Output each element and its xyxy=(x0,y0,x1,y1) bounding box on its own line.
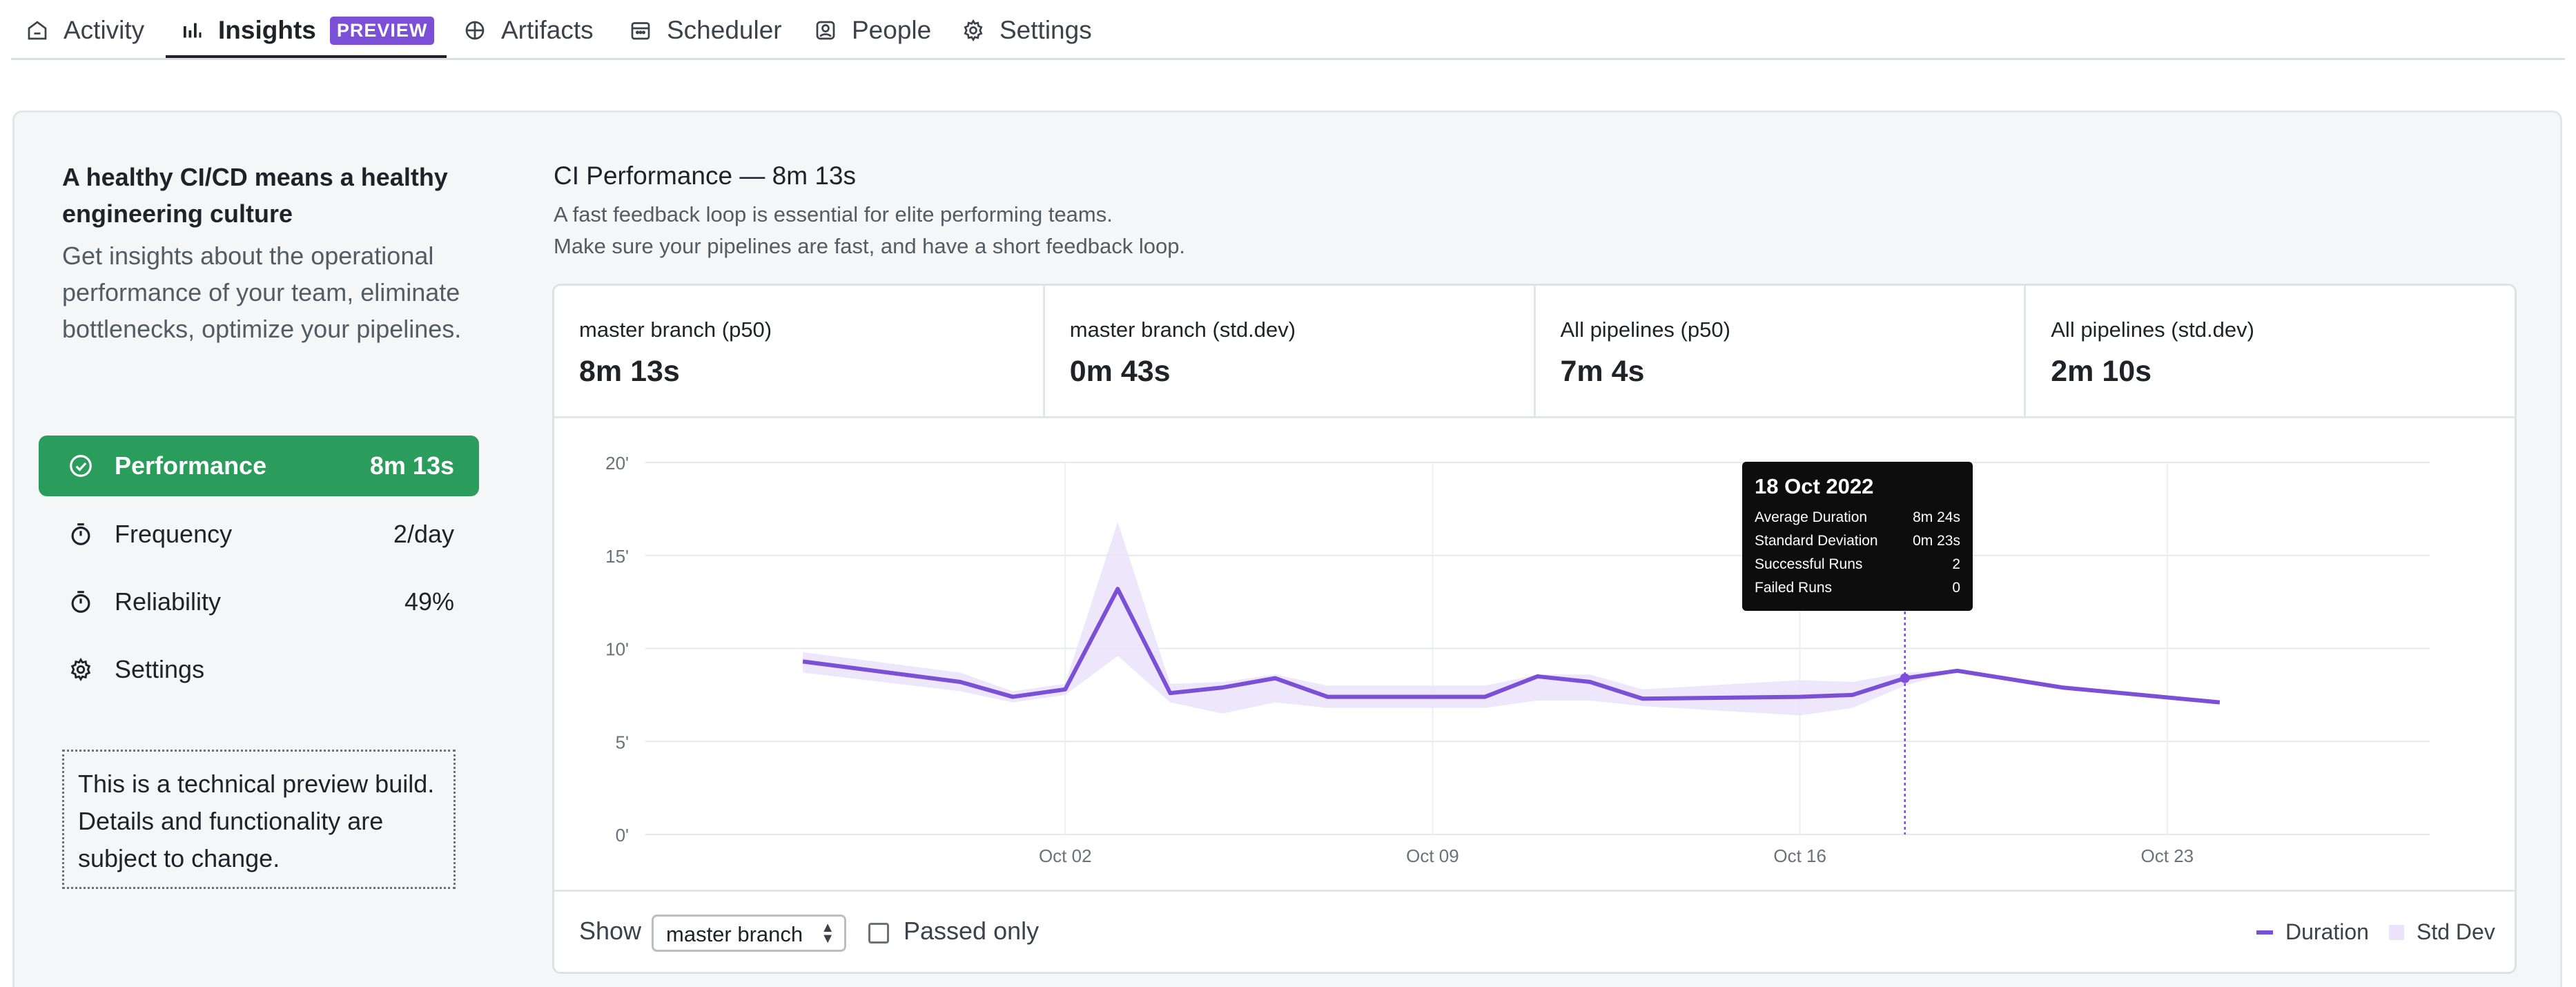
y-tick-label: 15' xyxy=(605,546,629,567)
branch-select-value: master branch xyxy=(666,922,803,946)
tooltip-row-label: Successful Runs xyxy=(1755,556,1863,572)
stat-value: 2m 10s xyxy=(2051,355,2152,388)
stat-label: All pipelines (p50) xyxy=(1560,317,1730,342)
intro-description: Get insights about the operational perfo… xyxy=(62,242,462,343)
tooltip-row-label: Average Duration xyxy=(1755,509,1868,525)
stat-value: 8m 13s xyxy=(579,355,680,388)
x-tick-label: Oct 23 xyxy=(2141,846,2194,866)
check-circle-icon xyxy=(70,455,92,477)
calendar-icon xyxy=(631,22,650,40)
top-navigation: Activity Insights PREVIEW Artifacts Sche… xyxy=(0,0,2576,61)
stat-label: master branch (p50) xyxy=(579,317,772,342)
tab-settings[interactable]: Settings xyxy=(961,0,1092,61)
stats-row: master branch (p50) 8m 13s master branch… xyxy=(554,286,2515,418)
home-icon xyxy=(28,21,47,40)
x-tick-label: Oct 02 xyxy=(1039,846,1092,866)
tab-artifacts[interactable]: Artifacts xyxy=(462,0,594,61)
legend-label: Std Dev xyxy=(2417,919,2495,944)
box-icon xyxy=(465,21,485,40)
stopwatch-icon xyxy=(71,591,90,613)
tooltip-row: Average Duration 8m 24s xyxy=(1755,506,1960,529)
branch-select[interactable]: master branch ▲ ▼ xyxy=(652,915,846,952)
stat-master-p50: master branch (p50) 8m 13s xyxy=(554,286,1045,416)
stat-master-stddev: master branch (std.dev) 0m 43s xyxy=(1045,286,1536,416)
intro-title: A healthy CI/CD means a healthy engineer… xyxy=(62,163,448,228)
y-tick-label: 5' xyxy=(616,732,629,752)
tooltip-row-value: 0 xyxy=(1952,580,1960,596)
page-title: CI Performance — 8m 13s xyxy=(554,162,856,190)
person-icon xyxy=(816,21,835,40)
tab-label: Scheduler xyxy=(667,16,782,44)
preview-badge: PREVIEW xyxy=(329,16,435,45)
tab-label: Insights xyxy=(218,16,316,44)
chart-controls: Show master branch ▲ ▼ Passed only Durati… xyxy=(554,890,2515,974)
tooltip-row-value: 0m 23s xyxy=(1913,533,1960,549)
tooltip-row: Failed Runs 0 xyxy=(1755,576,1960,600)
tab-people[interactable]: People xyxy=(813,0,931,61)
sidebar-item-value: 8m 13s xyxy=(369,451,454,480)
bar-chart-icon xyxy=(184,23,202,38)
sidebar-item-performance[interactable]: Performance 8m 13s xyxy=(39,436,479,496)
sidebar-item-label: Reliability xyxy=(115,587,222,616)
sidebar-item-value: 2/day xyxy=(393,520,454,548)
sidebar-item-frequency[interactable]: Frequency 2/day xyxy=(39,504,479,565)
duration-line xyxy=(802,587,2221,705)
stat-value: 0m 43s xyxy=(1069,355,1171,388)
tooltip-row-value: 8m 24s xyxy=(1913,509,1960,525)
y-tick-label: 10' xyxy=(605,639,629,660)
page-subtitle: A fast feedback loop is essential for el… xyxy=(554,199,1185,262)
tooltip-row: Standard Deviation 0m 23s xyxy=(1755,529,1960,553)
sidebar-item-reliability[interactable]: Reliability 49% xyxy=(39,571,479,632)
tab-insights[interactable]: Insights PREVIEW xyxy=(166,0,447,61)
legend-stddev: Std Dev xyxy=(2389,919,2495,945)
x-tick-label: Oct 09 xyxy=(1406,846,1459,866)
tab-label: People xyxy=(852,16,932,44)
legend-label: Duration xyxy=(2285,919,2369,944)
tooltip-row: Successful Runs 2 xyxy=(1755,553,1960,576)
passed-only-checkbox[interactable] xyxy=(868,923,889,944)
y-tick-label: 20' xyxy=(605,453,629,473)
tooltip-row-value: 2 xyxy=(1952,556,1960,572)
hover-point xyxy=(1900,673,1910,683)
tooltip-row-label: Standard Deviation xyxy=(1755,533,1878,549)
passed-only-label[interactable]: Passed only xyxy=(904,917,1039,946)
legend-line-swatch xyxy=(2256,930,2273,935)
legend-duration: Duration xyxy=(2256,919,2369,945)
preview-notice: This is a technical preview build. Detai… xyxy=(62,750,456,889)
nav-divider xyxy=(11,58,2565,60)
sidebar-item-value: 49% xyxy=(404,587,454,616)
gear-icon xyxy=(964,19,983,42)
sidebar-item-label: Settings xyxy=(115,655,205,683)
duration-chart[interactable]: 0' 5' 10' 15' 20' Oct 02 Oct 09 Oct 16 Oct 23 xyxy=(554,418,2515,890)
tooltip-row-label: Failed Runs xyxy=(1755,580,1833,596)
stat-label: All pipelines (std.dev) xyxy=(2051,317,2254,342)
subtitle-line: Make sure your pipelines are fast, and h… xyxy=(554,234,1186,258)
x-tick-label: Oct 16 xyxy=(1773,846,1826,866)
y-tick-label: 0' xyxy=(616,825,629,846)
stopwatch-icon xyxy=(71,523,90,545)
tab-activity[interactable]: Activity xyxy=(25,0,144,61)
tooltip-date: 18 Oct 2022 xyxy=(1755,474,1874,498)
subtitle-line: A fast feedback loop is essential for el… xyxy=(554,202,1113,226)
sidebar-item-label: Performance xyxy=(115,451,267,480)
performance-card: master branch (p50) 8m 13s master branch… xyxy=(552,284,2517,974)
stat-value: 7m 4s xyxy=(1560,355,1645,388)
tab-label: Settings xyxy=(999,16,1092,44)
sidebar-item-settings[interactable]: Settings xyxy=(39,639,479,700)
show-label: Show xyxy=(579,917,642,945)
gear-icon xyxy=(70,657,91,682)
tab-label: Activity xyxy=(64,16,145,44)
select-arrows-icon: ▲ ▼ xyxy=(821,920,835,946)
stat-all-stddev: All pipelines (std.dev) 2m 10s xyxy=(2026,286,2515,416)
tab-label: Artifacts xyxy=(501,16,594,44)
chart-tooltip: 18 Oct 2022 Average Duration 8m 24s Stan… xyxy=(1742,462,1973,611)
tab-scheduler[interactable]: Scheduler xyxy=(628,0,782,61)
sidebar-item-label: Frequency xyxy=(115,520,233,548)
legend-band-swatch xyxy=(2389,924,2404,940)
stat-label: master branch (std.dev) xyxy=(1069,317,1296,342)
stat-all-p50: All pipelines (p50) 7m 4s xyxy=(1536,286,2027,416)
